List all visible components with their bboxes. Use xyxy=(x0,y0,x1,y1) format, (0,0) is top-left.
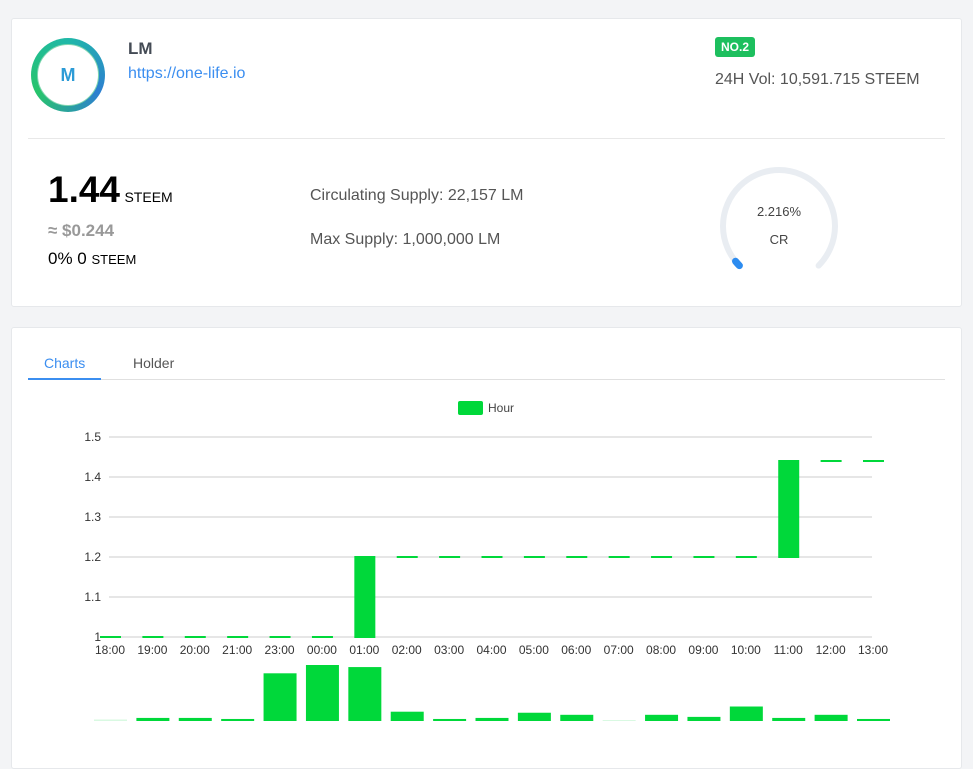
candle-bar xyxy=(184,636,206,638)
volume-bar xyxy=(814,714,848,721)
token-website-link[interactable]: https://one-life.io xyxy=(128,65,245,83)
x-tick-label: 08:00 xyxy=(646,643,676,657)
x-tick-label: 03:00 xyxy=(434,643,464,657)
x-tick-label: 05:00 xyxy=(519,643,549,657)
volume-bar xyxy=(687,716,721,721)
candle-bar xyxy=(396,556,418,558)
volume-bar xyxy=(94,719,127,721)
candle-bar xyxy=(269,636,291,638)
y-tick-label: 1.4 xyxy=(84,470,101,484)
price-value: 1.44 xyxy=(48,169,121,210)
x-tick-label: 07:00 xyxy=(604,643,634,657)
price: 1.44 STEEM xyxy=(48,169,173,211)
legend-label: Hour xyxy=(488,401,514,415)
x-tick-label: 23:00 xyxy=(265,643,295,657)
gauge-label: CR xyxy=(769,232,789,247)
x-tick-label: 19:00 xyxy=(137,643,167,657)
y-tick-label: 1.1 xyxy=(84,590,101,604)
volume-24h: 24H Vol: 10,591.715 STEEM xyxy=(715,71,920,88)
gauge-fill xyxy=(731,257,743,270)
x-tick-label: 12:00 xyxy=(816,643,846,657)
candle-bar xyxy=(863,460,884,462)
price-unit: STEEM xyxy=(124,189,173,205)
chart-card: Charts Holder Hour 1 1.1 1.2 1.3 1.4 1.5 18:00 1… xyxy=(11,327,962,769)
candle-bar xyxy=(142,636,164,638)
candle-bar xyxy=(608,556,630,558)
x-tick-label: 21:00 xyxy=(222,643,252,657)
volume-bar xyxy=(729,706,763,721)
candle-bar xyxy=(523,556,545,558)
rank-badge: NO.2 xyxy=(715,37,756,57)
y-tick-label: 1.2 xyxy=(84,550,101,564)
x-tick-label: 06:00 xyxy=(561,643,591,657)
volume-bar xyxy=(221,718,255,721)
candle-bar xyxy=(693,556,715,558)
x-tick-label: 01:00 xyxy=(349,643,379,657)
volume-bar xyxy=(390,711,424,721)
candle-bar xyxy=(566,556,588,558)
token-logo: M xyxy=(31,38,105,112)
volume-bar xyxy=(857,718,890,721)
divider xyxy=(28,138,945,139)
candle-bar xyxy=(354,556,376,638)
x-tick-label: 02:00 xyxy=(392,643,422,657)
max-supply: Max Supply: 1,000,000 LM xyxy=(310,231,501,248)
candle-bar xyxy=(100,636,121,638)
legend-swatch xyxy=(458,401,483,415)
volume-bar xyxy=(348,667,382,721)
x-tick-label: 13:00 xyxy=(858,643,888,657)
x-tick-label: 00:00 xyxy=(307,643,337,657)
candle-bar xyxy=(439,556,461,558)
x-tick-label: 20:00 xyxy=(180,643,210,657)
volume-bar xyxy=(560,714,594,721)
price-change: 0% 0 STEEM xyxy=(48,249,136,269)
x-tick-label: 10:00 xyxy=(731,643,761,657)
candle-bar xyxy=(651,556,673,558)
token-name: LM xyxy=(128,39,153,58)
volume-bar xyxy=(772,717,806,721)
volume-bar xyxy=(475,717,509,721)
change-unit: STEEM xyxy=(91,252,137,267)
volume-bar xyxy=(305,665,339,721)
gauge-arc xyxy=(720,167,838,270)
x-tick-label: 09:00 xyxy=(688,643,718,657)
x-tick-label: 04:00 xyxy=(476,643,506,657)
price-chart: Hour11.11.21.31.41.518:00 19:00 20:00 21:00… xyxy=(84,401,890,721)
volume-bar xyxy=(263,673,297,721)
candle-bar xyxy=(227,636,249,638)
gauge-value: 2.216% xyxy=(756,204,802,219)
y-tick-label: 1.3 xyxy=(84,510,101,524)
x-tick-label: 18:00 xyxy=(95,643,125,657)
volume-bar xyxy=(178,717,212,721)
volume-bar xyxy=(602,720,636,721)
change-value: 0% 0 xyxy=(48,249,87,268)
x-tick-label: 11:00 xyxy=(774,643,803,657)
circulating-supply: Circulating Supply: 22,157 LM xyxy=(310,187,524,204)
price-usd: ≈ $0.244 xyxy=(48,221,115,240)
volume-bar xyxy=(433,718,467,721)
volume-bar xyxy=(136,717,170,721)
volume-bar xyxy=(517,712,551,721)
candle-bar xyxy=(481,556,503,558)
candle-bar xyxy=(311,636,333,638)
y-tick-label: 1.5 xyxy=(84,430,101,444)
candle-bar xyxy=(778,460,800,558)
volume-bar xyxy=(645,714,679,721)
cr-gauge: 2.216% CR xyxy=(717,164,841,288)
token-summary-card: M LM https://one-life.io NO.2 24H Vol: 1… xyxy=(11,18,962,307)
candle-bar xyxy=(735,556,757,558)
candle-bar xyxy=(820,460,842,462)
